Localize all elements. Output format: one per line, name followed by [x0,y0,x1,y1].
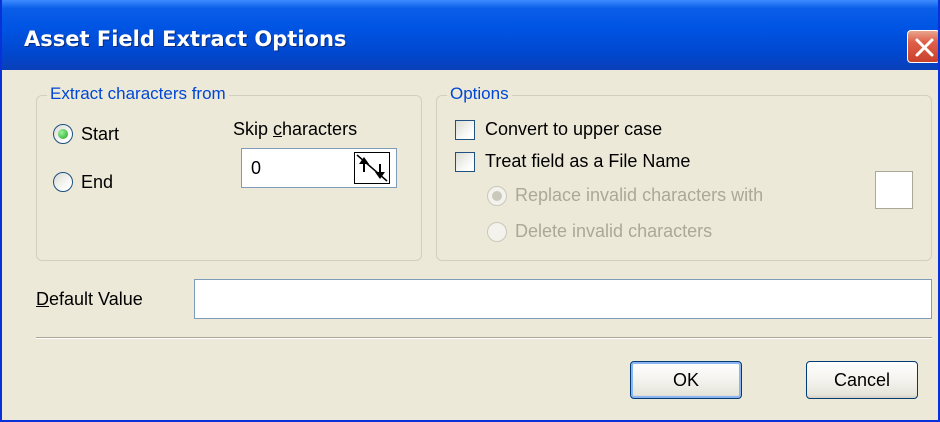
separator-line [36,337,932,339]
extract-group-label: Extract characters from [47,84,229,104]
close-button[interactable] [907,30,938,63]
default-value-accelerator: D [36,289,49,309]
start-radio[interactable] [53,124,73,144]
skip-label-accelerator: c [273,119,283,139]
close-x-icon [915,38,934,57]
default-value-input[interactable] [194,279,932,319]
replacement-character-input[interactable] [875,171,913,209]
skip-label-suffix: haracters [282,119,358,139]
convert-upper-case-label[interactable]: Convert to upper case [485,119,662,140]
radio-selected-dot [58,129,68,139]
skip-label-prefix: Skip [233,119,274,139]
convert-upper-case-checkbox[interactable] [455,120,475,140]
extract-characters-group: Extract characters from Start End Skip c… [36,84,422,261]
skip-characters-label: Skip characters [233,119,357,140]
end-radio[interactable] [53,172,73,192]
skip-characters-value: 0 [251,158,262,178]
skip-characters-spinbox[interactable]: 0 [241,148,397,188]
replace-invalid-radio[interactable] [487,186,507,206]
replace-invalid-label[interactable]: Replace invalid characters with [515,185,763,206]
default-value-label-rest: efault Value [49,289,143,309]
delete-invalid-radio[interactable] [487,222,507,242]
ok-button[interactable]: OK [630,361,742,399]
options-group: Options Convert to upper case Treat fiel… [436,84,932,261]
cancel-button[interactable]: Cancel [806,361,918,399]
options-group-label: Options [447,84,512,104]
start-radio-label[interactable]: Start [81,124,119,145]
spin-up-down-icon[interactable] [354,152,390,184]
treat-as-file-name-label[interactable]: Treat field as a File Name [485,151,690,172]
title-bar[interactable]: Asset Field Extract Options [2,0,938,70]
end-radio-label[interactable]: End [81,172,113,193]
default-value-label: Default Value [36,289,143,310]
treat-as-file-name-checkbox[interactable] [455,152,475,172]
asset-field-extract-options-dialog: Asset Field Extract Options Extract char… [0,0,940,422]
radio-selected-dot [492,191,502,201]
dialog-title: Asset Field Extract Options [24,27,347,51]
delete-invalid-label[interactable]: Delete invalid characters [515,221,712,242]
